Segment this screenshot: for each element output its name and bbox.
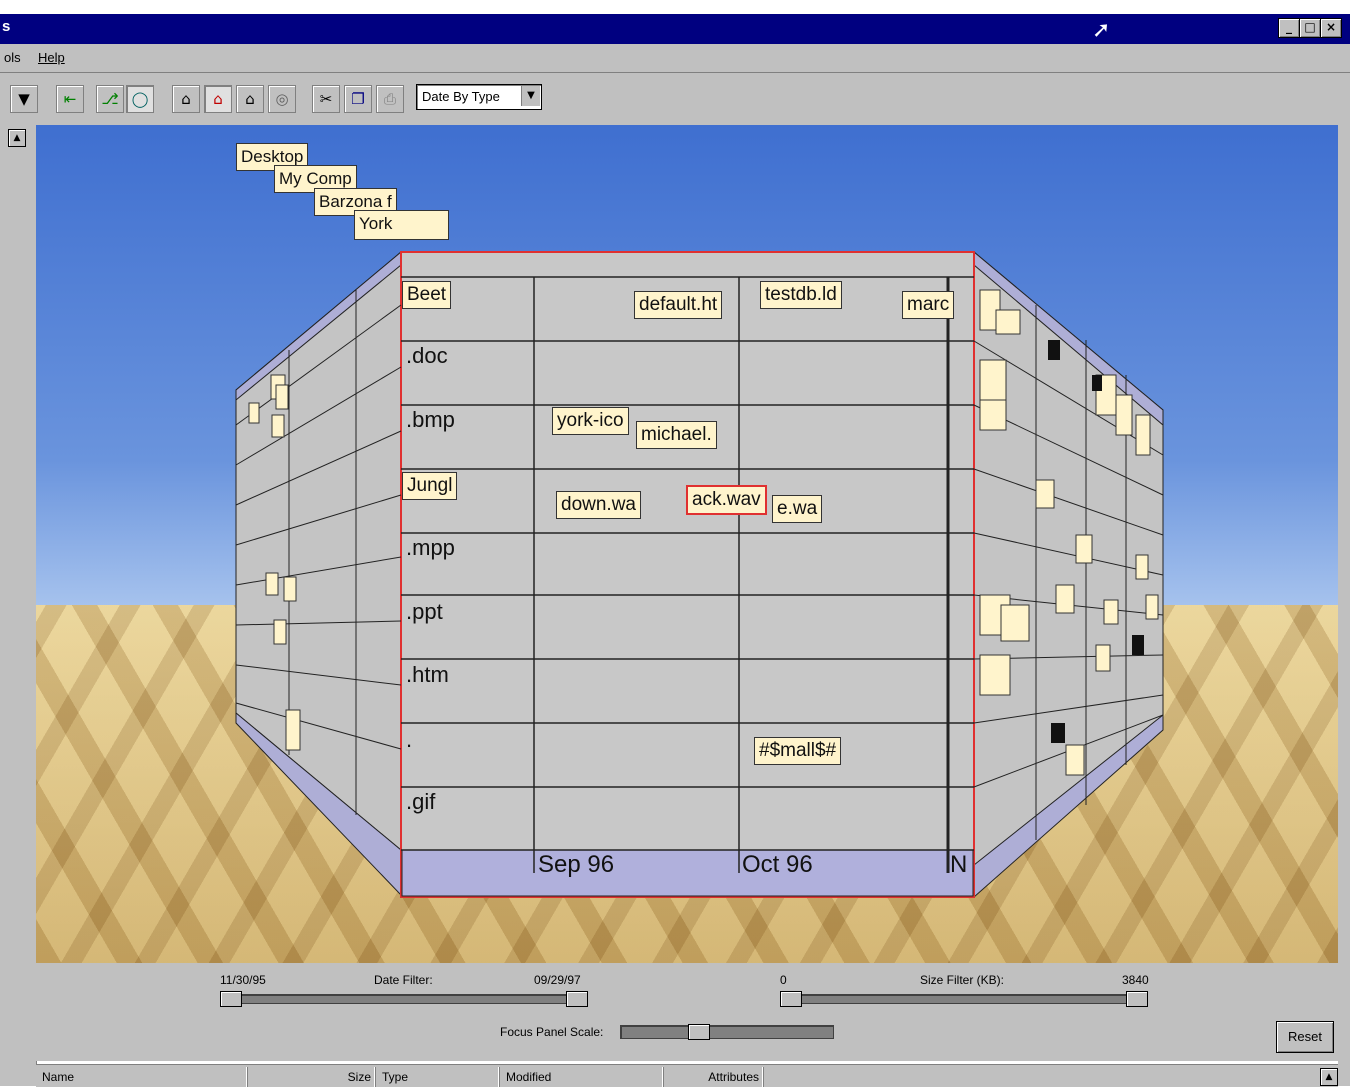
column-label-oct: Oct 96 (742, 851, 813, 878)
house-alt-icon[interactable]: ⌂ (236, 85, 264, 113)
column-label-sep: Sep 96 (538, 851, 615, 878)
path-label-york[interactable]: York (354, 210, 449, 240)
focus-panel-handle[interactable] (688, 1024, 710, 1040)
menu-help[interactable]: Help (38, 50, 65, 65)
size-filter-label: Size Filter (KB): (920, 973, 1005, 987)
house-active-icon[interactable]: ⌂ (204, 85, 232, 113)
focus-panel-label: Focus Panel Scale: (500, 1025, 604, 1039)
date-filter-min: 11/30/95 (220, 973, 266, 987)
size-filter-min-handle[interactable] (780, 991, 802, 1007)
house-view-icon[interactable]: ⌂ (172, 85, 200, 113)
row-label-gif: .gif (406, 789, 436, 814)
right-border (1338, 125, 1350, 1086)
app-rocket-icon: ➚ (1092, 18, 1111, 43)
target-icon[interactable]: ◎ (268, 85, 296, 113)
copy-icon[interactable]: ❐ (344, 85, 372, 113)
3d-scene-viewport[interactable]: Desktop My Comp Barzona f York Beet .doc… (36, 125, 1338, 963)
filter-panel: 11/30/95 Date Filter: 09/29/97 0 Size Fi… (36, 963, 1338, 1061)
column-label-nov: N (950, 851, 968, 878)
row-label-ppt: .ppt (406, 599, 443, 624)
tree-view-icon[interactable]: ⎇ (96, 85, 124, 113)
globe-view-icon[interactable]: ◯ (126, 85, 154, 113)
view-mode-value: Date By Type (422, 89, 500, 104)
menu-tools[interactable]: ols (4, 50, 21, 65)
file-tile[interactable]: york-ico (552, 407, 629, 435)
cut-icon[interactable]: ✂ (312, 85, 340, 113)
row-label-jungle[interactable]: Jungl (402, 472, 458, 500)
chevron-down-icon[interactable]: ▼ (521, 86, 540, 106)
column-header-type[interactable]: Type (376, 1067, 500, 1087)
row-label-mpp: .mpp (406, 535, 455, 560)
focus-panel-track[interactable] (620, 1025, 834, 1039)
row-label-beet[interactable]: Beet (402, 281, 452, 309)
row-label-htm: .htm (406, 662, 449, 687)
minimize-button[interactable]: _ (1278, 18, 1300, 38)
file-list-header: Name Size Type Modified Attributes ▲ (36, 1064, 1338, 1087)
file-tile[interactable]: down.wa (556, 491, 641, 519)
row-label-dot: . (406, 727, 413, 752)
size-filter-max: 3840 (1122, 973, 1149, 987)
file-tile[interactable]: default.ht (634, 291, 723, 319)
maximize-button[interactable]: □ (1299, 18, 1321, 38)
scroll-up-button[interactable]: ▲ (8, 129, 26, 147)
file-tile[interactable]: #$mall$# (754, 737, 842, 765)
close-button[interactable]: × (1320, 18, 1342, 38)
window-title: s (2, 18, 11, 35)
list-scroll-up-button[interactable]: ▲ (1320, 1068, 1338, 1086)
file-cube-graphic (235, 250, 1164, 899)
toolbar: ▼ ⇤ ⎇ ◯ ⌂ ⌂ ⌂ ◎ ✂ ❐ ⎙ (0, 73, 1350, 127)
file-tile[interactable]: testdb.ld (760, 281, 842, 309)
paste-icon[interactable]: ⎙ (376, 85, 404, 113)
date-filter-max: 09/29/97 (534, 973, 581, 987)
date-filter-max-handle[interactable] (566, 991, 588, 1007)
file-tile[interactable]: e.wa (772, 495, 823, 523)
row-label-doc: .doc (406, 343, 448, 368)
title-bar: s ➚ _ □ × (0, 14, 1350, 44)
column-header-size[interactable]: Size (248, 1067, 376, 1087)
date-filter-min-handle[interactable] (220, 991, 242, 1007)
file-tile-selected[interactable]: ack.wav (686, 485, 767, 515)
row-label-bmp: .bmp (406, 407, 455, 432)
reset-button[interactable]: Reset (1276, 1021, 1334, 1053)
file-tile[interactable]: marc (902, 291, 955, 319)
column-header-attributes[interactable]: Attributes (664, 1067, 764, 1087)
size-filter-track[interactable] (782, 994, 1148, 1004)
menu-bar: ols Help (0, 44, 1350, 73)
view-mode-select[interactable]: Date By Type ▼ (416, 84, 542, 110)
back-arrow-icon[interactable]: ⇤ (56, 85, 84, 113)
size-filter-max-handle[interactable] (1126, 991, 1148, 1007)
date-filter-track[interactable] (222, 994, 588, 1004)
column-header-name[interactable]: Name (36, 1067, 248, 1087)
date-filter-label: Date Filter: (374, 973, 433, 987)
column-header-modified[interactable]: Modified (500, 1067, 664, 1087)
dropdown-icon[interactable]: ▼ (10, 85, 38, 113)
size-filter-min: 0 (780, 973, 787, 987)
left-panel: ▲ (0, 125, 37, 1086)
file-tile[interactable]: michael. (636, 421, 717, 449)
